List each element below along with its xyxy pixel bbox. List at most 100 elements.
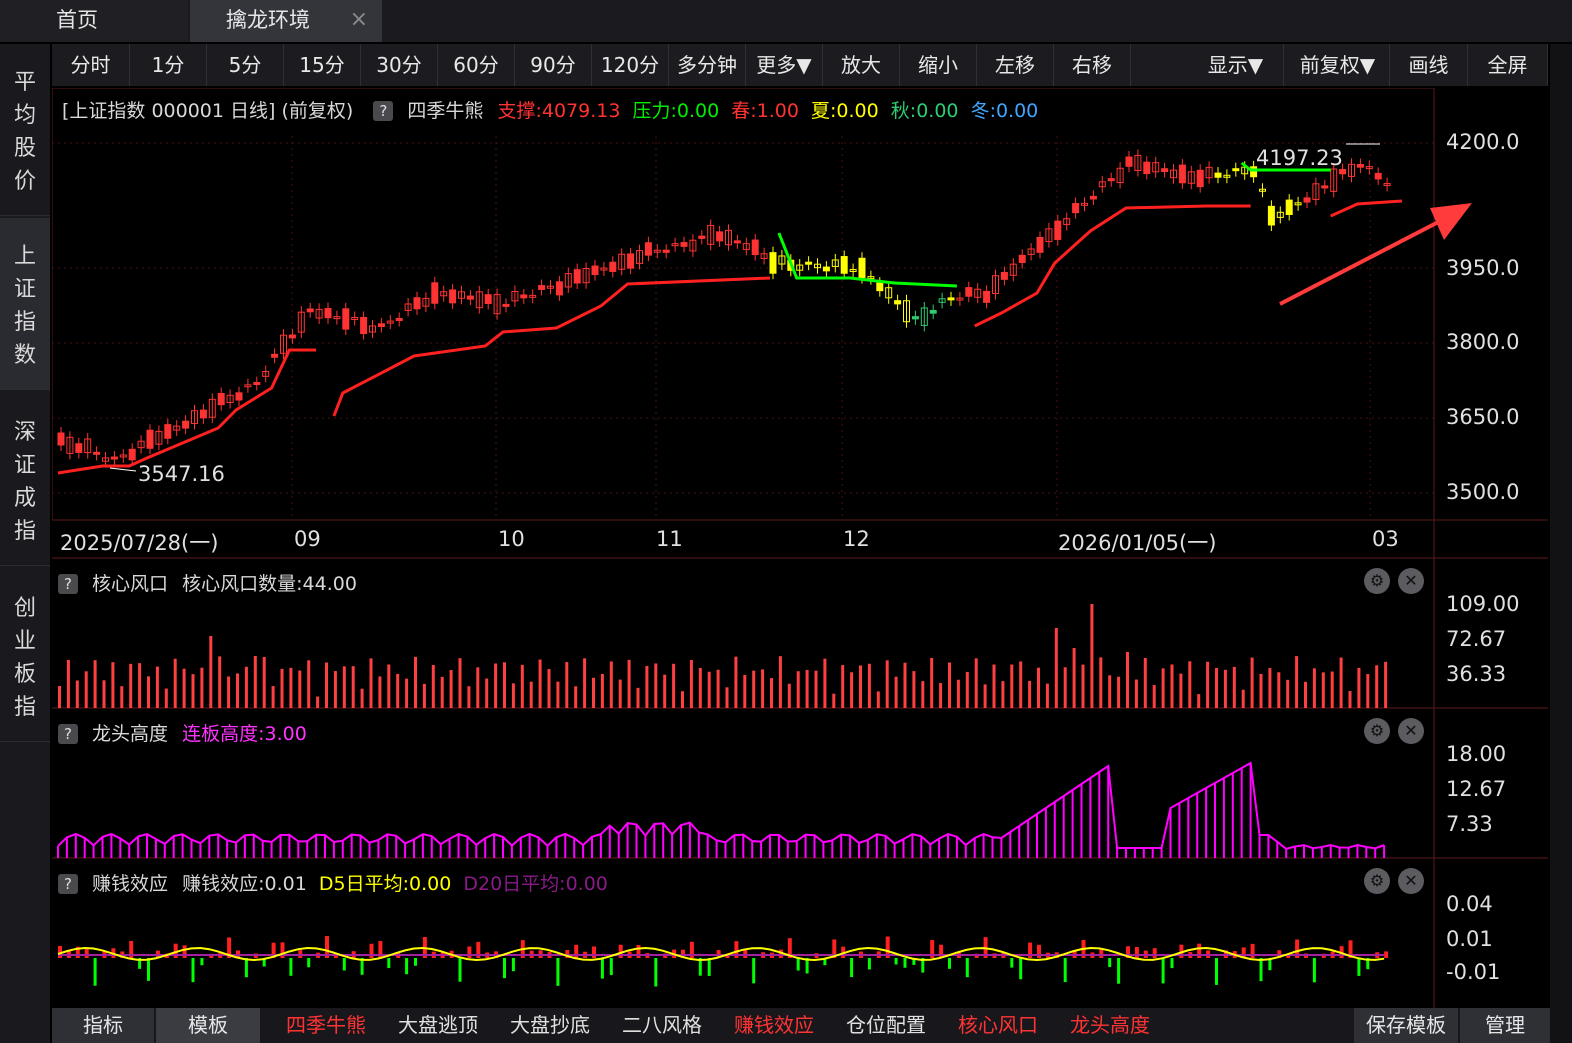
panel3-bar (939, 944, 944, 958)
sidebar-chinext[interactable]: 创业板指 (0, 570, 50, 742)
panel1-bar (1117, 676, 1121, 708)
panel1-bar (1232, 666, 1236, 708)
panel1-bar (992, 664, 996, 708)
panel1-bar (422, 683, 426, 708)
toolbar-btn-0[interactable]: 分时 (52, 44, 130, 86)
summer-value: 夏:0.00 (811, 100, 879, 122)
candle-body (1321, 185, 1329, 189)
panel2-axis-label: 12.67 (1446, 777, 1507, 801)
toolbar-btn-8[interactable]: 多分钟 (669, 44, 746, 86)
toolbar-btn-14[interactable]: 显示▼ (1188, 44, 1284, 86)
panel1-bar (333, 671, 337, 708)
gear-icon[interactable]: ⚙ (1364, 568, 1390, 594)
toolbar-btn-6[interactable]: 90分 (515, 44, 592, 86)
vertical-scrollbar[interactable] (1550, 44, 1572, 1043)
close-circle-icon[interactable]: ✕ (1398, 718, 1424, 744)
indicator-button[interactable]: 指标 (52, 1008, 154, 1043)
toolbar-btn-1[interactable]: 1分 (130, 44, 207, 86)
candle-body (377, 323, 385, 328)
toolbar-btn-16[interactable]: 画线 (1390, 44, 1468, 86)
candle-body (769, 252, 777, 274)
panel1-bar (378, 676, 382, 708)
template-button[interactable]: 模板 (156, 1008, 260, 1043)
template-tab-3[interactable]: 二八风格 (610, 1008, 714, 1043)
toolbar-btn-13[interactable]: 右移 (1054, 44, 1131, 86)
panel1-bar (876, 691, 880, 708)
panel3-bar (618, 944, 623, 958)
help-icon[interactable]: ? (58, 724, 78, 744)
sidebar-avg-price[interactable]: 平均股价 (0, 44, 50, 216)
panel3-bar (1010, 958, 1014, 968)
toolbar-btn-10[interactable]: 放大 (823, 44, 900, 86)
toolbar-btn-17[interactable]: 全屏 (1468, 44, 1548, 86)
sidebar-char: 深 (13, 420, 36, 445)
toolbar-btn-7[interactable]: 120分 (592, 44, 669, 86)
panel1-bar (956, 679, 960, 708)
panel3-bar (752, 958, 756, 984)
toolbar-btn-12[interactable]: 左移 (977, 44, 1054, 86)
candle-body (538, 285, 546, 290)
panel1-bar (1090, 604, 1094, 708)
toolbar-btn-3[interactable]: 15分 (284, 44, 361, 86)
panel1-bar (325, 662, 328, 708)
sidebar-sz-component[interactable]: 深证成指 (0, 394, 50, 566)
template-tab-0[interactable]: 四季牛熊 (274, 1008, 378, 1043)
date-axis-label: 03 (1372, 527, 1399, 551)
panel3-bar (965, 958, 969, 978)
save-template-button[interactable]: 保存模板 (1354, 1008, 1458, 1043)
gear-icon[interactable]: ⚙ (1364, 718, 1390, 744)
panel1-bar (1134, 679, 1138, 708)
help-icon[interactable]: ? (373, 101, 394, 121)
panel1-bar (1188, 661, 1192, 708)
candle-body (1285, 199, 1293, 215)
template-tab-4[interactable]: 赚钱效应 (722, 1008, 826, 1043)
toolbar-btn-2[interactable]: 5分 (207, 44, 284, 86)
candle-body (1161, 168, 1169, 173)
winter-value: 冬:0.00 (970, 100, 1039, 122)
panel1-bar (903, 662, 907, 708)
close-icon[interactable]: × (350, 0, 368, 40)
template-tab-5[interactable]: 仓位配置 (834, 1008, 938, 1043)
panel3-bar (592, 946, 596, 958)
gear-icon[interactable]: ⚙ (1364, 868, 1390, 894)
high-annotation: 4197.23 (1256, 146, 1343, 170)
toolbar-btn-5[interactable]: 60分 (438, 44, 515, 86)
panel1-bar (939, 683, 943, 708)
candle-body (662, 249, 670, 253)
toolbar-btn-15[interactable]: 前复权▼ (1286, 44, 1390, 86)
help-icon[interactable]: ? (58, 874, 78, 894)
panel1-bar (1357, 667, 1361, 708)
price-axis-label: 3950.0 (1446, 256, 1520, 280)
panel1-bar (1010, 664, 1014, 708)
close-circle-icon[interactable]: ✕ (1398, 868, 1424, 894)
panel1-bar (850, 672, 854, 708)
panel3-bar (405, 958, 409, 975)
panel1-bar (1045, 683, 1049, 708)
tab-qinlong-env[interactable]: 擒龙环境 × (190, 0, 382, 42)
template-tab-7[interactable]: 龙头高度 (1058, 1008, 1162, 1043)
panel3-d5: D5日平均:0.00 (318, 873, 452, 895)
tab-home[interactable]: 首页 (0, 0, 188, 42)
manage-button[interactable]: 管理 (1460, 1008, 1550, 1043)
template-tab-1[interactable]: 大盘逃顶 (386, 1008, 490, 1043)
toolbar-btn-11[interactable]: 缩小 (900, 44, 977, 86)
panel3-bar (796, 958, 800, 971)
template-tab-6[interactable]: 核心风口 (946, 1008, 1050, 1043)
panel2-axis-label: 7.33 (1446, 812, 1493, 836)
panel1-bar (654, 663, 658, 708)
help-icon[interactable]: ? (58, 574, 78, 594)
sidebar-sh-index[interactable]: 上证指数 (0, 218, 50, 390)
panel1-bar (191, 674, 195, 708)
panel1-bar (761, 669, 765, 708)
toolbar-btn-9[interactable]: 更多▼ (746, 44, 823, 86)
panel3-bar (503, 958, 506, 979)
sidebar-char: 价 (13, 169, 36, 194)
chart-title: [上证指数 000001 日线] (前复权) (62, 100, 354, 122)
template-tab-2[interactable]: 大盘抄底 (498, 1008, 602, 1043)
panel1-bar (75, 680, 79, 708)
candle-body (57, 432, 65, 446)
close-circle-icon[interactable]: ✕ (1398, 568, 1424, 594)
toolbar-btn-4[interactable]: 30分 (361, 44, 438, 86)
panel1-bar (912, 671, 916, 708)
date-axis-label: 2025/07/28(一) (60, 531, 219, 555)
